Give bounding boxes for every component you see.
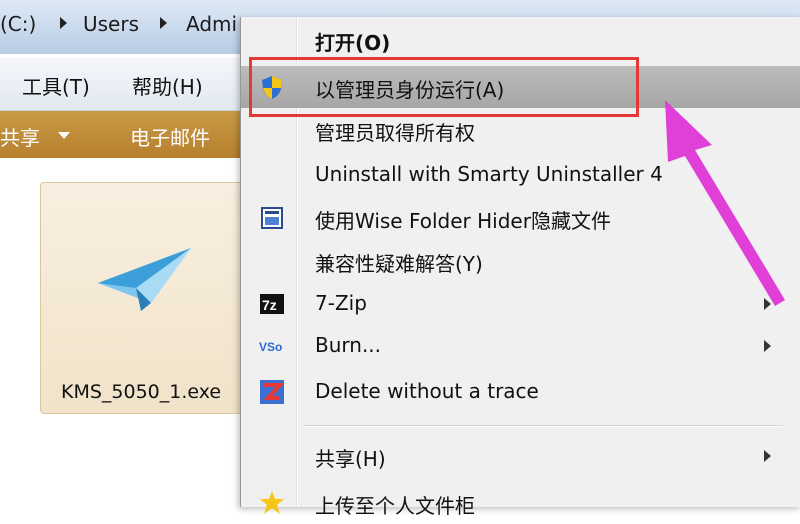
file-name: KMS_5050_1.exe (61, 381, 222, 403)
submenu-arrow-icon (764, 298, 771, 310)
menu-divider (303, 425, 783, 427)
toolbar-email[interactable]: 电子邮件 (130, 122, 210, 151)
submenu-arrow-icon (764, 340, 771, 352)
svg-text:7z: 7z (262, 297, 277, 313)
breadcrumb-separator-icon[interactable] (160, 17, 167, 29)
menu-item-open[interactable]: 打开(O) (241, 19, 800, 61)
breadcrumb-admin[interactable]: Admi (186, 12, 237, 36)
paper-plane-icon (98, 248, 191, 311)
menu-item-compat-troubleshoot[interactable]: 兼容性疑难解答(Y) (241, 240, 800, 282)
menu-item-7zip[interactable]: 7z 7-Zip (241, 283, 800, 325)
menu-item-share[interactable]: 共享(H) (241, 435, 800, 477)
menu-item-upload-cabinet[interactable]: 上传至个人文件柜 (241, 482, 800, 524)
menu-item-label: 管理员取得所有权 (315, 121, 475, 145)
file-item[interactable]: KMS_5050_1.exe (40, 182, 247, 414)
star-icon (260, 491, 284, 514)
menu-item-label: 7-Zip (315, 291, 367, 315)
submenu-arrow-icon (764, 450, 771, 462)
svg-text:VSo: VSo (259, 340, 282, 354)
menu-item-wise-folder-hider[interactable]: 使用Wise Folder Hider隐藏文件 (241, 197, 800, 239)
burn-icon: VSo (259, 340, 282, 354)
menu-item-label: 使用Wise Folder Hider隐藏文件 (315, 209, 611, 233)
toolbar-share[interactable]: 共享 (0, 122, 40, 151)
menu-item-burn[interactable]: VSo Burn... (241, 325, 800, 367)
wise-folder-hider-icon (261, 207, 283, 229)
chevron-down-icon[interactable] (58, 132, 70, 139)
menu-item-label: Burn... (315, 333, 382, 357)
menu-item-label: 上传至个人文件柜 (315, 494, 475, 518)
menu-item-label: 兼容性疑难解答(Y) (315, 252, 483, 276)
menu-item-smarty-uninstall[interactable]: Uninstall with Smarty Uninstaller 4 (241, 154, 800, 196)
delete-trace-icon (260, 380, 285, 404)
menu-item-label: Delete without a trace (315, 379, 539, 403)
menu-item-label: 打开(O) (315, 31, 391, 55)
menu-item-label: 共享(H) (315, 447, 386, 471)
breadcrumb-users[interactable]: Users (83, 12, 139, 36)
menu-tools[interactable]: 工具(T) (22, 71, 90, 100)
drive-crumb[interactable]: (C:) (0, 12, 36, 36)
menu-item-label: Uninstall with Smarty Uninstaller 4 (315, 162, 663, 186)
highlight-box (249, 57, 639, 117)
7zip-icon: 7z (260, 294, 284, 314)
menu-help[interactable]: 帮助(H) (132, 71, 203, 100)
menu-item-delete-without-trace[interactable]: Delete without a trace (241, 371, 800, 413)
breadcrumb-separator-icon[interactable] (60, 17, 67, 29)
